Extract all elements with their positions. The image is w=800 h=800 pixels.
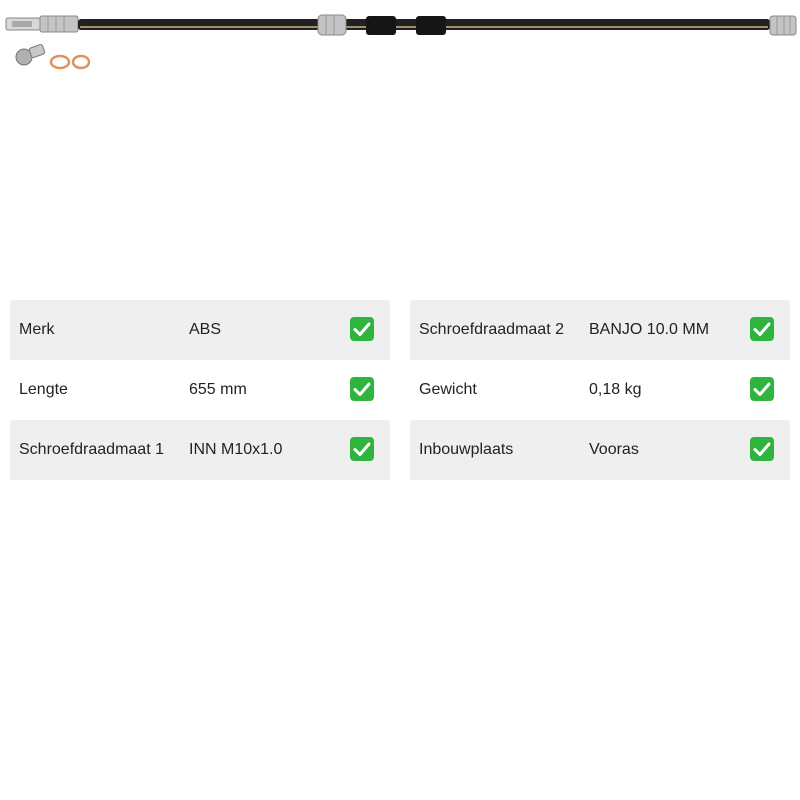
spec-row: Schroefdraadmaat 1 INN M10x1.0: [10, 420, 390, 480]
spec-label: Gewicht: [419, 381, 477, 398]
spec-row: Inbouwplaats Vooras: [410, 420, 790, 480]
spec-value: 0,18 kg: [589, 381, 642, 398]
checkmark-icon: [350, 377, 374, 401]
spec-label: Schroefdraadmaat 1: [19, 441, 164, 458]
spec-label: Schroefdraadmaat 2: [419, 321, 564, 338]
spec-row: Gewicht 0,18 kg: [410, 360, 790, 420]
copper-washer-icon: [49, 54, 91, 70]
spec-row: Lengte 655 mm: [10, 360, 390, 420]
spec-row: Schroefdraadmaat 2 BANJO 10.0 MM: [410, 300, 790, 360]
spec-value: Vooras: [589, 441, 639, 458]
spec-value: BANJO 10.0 MM: [589, 321, 710, 338]
spec-value: 655 mm: [189, 381, 247, 398]
spec-row: Merk ABS: [10, 300, 390, 360]
checkmark-icon: [350, 317, 374, 341]
checkmark-icon: [750, 317, 774, 341]
spec-value: INN M10x1.0: [189, 441, 283, 458]
checkmark-icon: [750, 437, 774, 461]
spec-label: Merk: [19, 321, 55, 338]
banjo-bolt-icon: [15, 43, 46, 66]
spec-value: ABS: [189, 321, 222, 338]
spec-label: Lengte: [19, 381, 68, 398]
checkmark-icon: [750, 377, 774, 401]
spec-table-left: Merk ABS Lengte 655 mm Schroefdraadmaat …: [10, 300, 390, 480]
product-image: [0, 0, 800, 80]
spec-table-right: Schroefdraadmaat 2 BANJO 10.0 MM Gewicht…: [410, 300, 790, 480]
brake-hose-image: [5, 14, 797, 70]
checkmark-icon: [350, 437, 374, 461]
spec-label: Inbouwplaats: [419, 441, 514, 458]
